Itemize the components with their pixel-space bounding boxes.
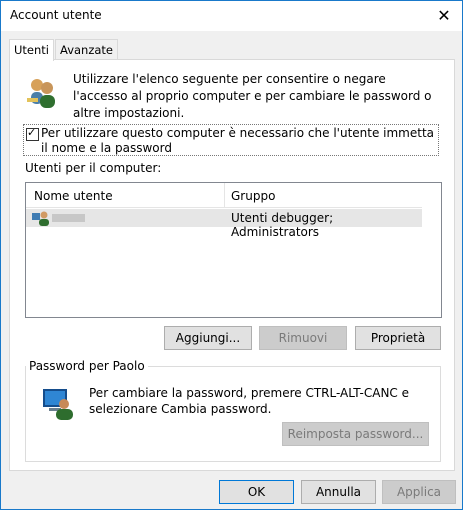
cancel-button[interactable]: Annulla	[301, 480, 376, 504]
password-section: Per cambiare la password, premere CTRL-A…	[25, 366, 441, 462]
computer-user-icon	[43, 389, 73, 420]
redacted-username	[52, 214, 85, 222]
account-dialog: Account utente ✕ Utenti Avanzate Utilizz…	[0, 0, 463, 510]
require-login-option[interactable]: Per utilizzare questo computer è necessa…	[23, 124, 439, 156]
require-login-label[interactable]: Per utilizzare questo computer è necessa…	[41, 126, 436, 156]
window-title: Account utente	[10, 8, 102, 22]
users-icon	[27, 79, 55, 108]
tab-users[interactable]: Utenti	[9, 39, 54, 61]
password-section-title: Password per Paolo	[26, 359, 148, 373]
users-list-header: Nome utente Gruppo	[26, 183, 422, 208]
remove-user-button[interactable]: Rimuovi	[259, 326, 347, 350]
column-divider[interactable]	[224, 183, 225, 207]
users-list[interactable]: Nome utente Gruppo Utenti debugger; Admi…	[25, 182, 442, 318]
add-user-button[interactable]: Aggiungi...	[164, 326, 252, 350]
column-group[interactable]: Gruppo	[231, 189, 275, 203]
user-icon	[32, 211, 49, 226]
tab-advanced[interactable]: Avanzate	[55, 39, 119, 60]
require-login-checkbox[interactable]	[26, 126, 39, 141]
ok-button[interactable]: OK	[219, 480, 294, 504]
title-bar: Account utente ✕	[1, 1, 462, 31]
close-icon[interactable]: ✕	[434, 6, 454, 26]
table-row[interactable]: Utenti debugger; Administrators	[26, 209, 422, 239]
group-cell: Utenti debugger; Administrators	[231, 211, 334, 239]
user-properties-button[interactable]: Proprietà	[355, 326, 441, 350]
users-tab-panel: Utilizzare l'elenco seguente per consent…	[9, 59, 455, 471]
column-username[interactable]: Nome utente	[34, 189, 113, 203]
apply-button[interactable]: Applica	[382, 480, 456, 504]
users-list-label: Utenti per il computer:	[25, 161, 162, 175]
reset-password-button[interactable]: Reimposta password...	[282, 422, 429, 446]
password-instructions: Per cambiare la password, premere CTRL-A…	[89, 386, 409, 416]
intro-text: Utilizzare l'elenco seguente per consent…	[73, 72, 432, 120]
